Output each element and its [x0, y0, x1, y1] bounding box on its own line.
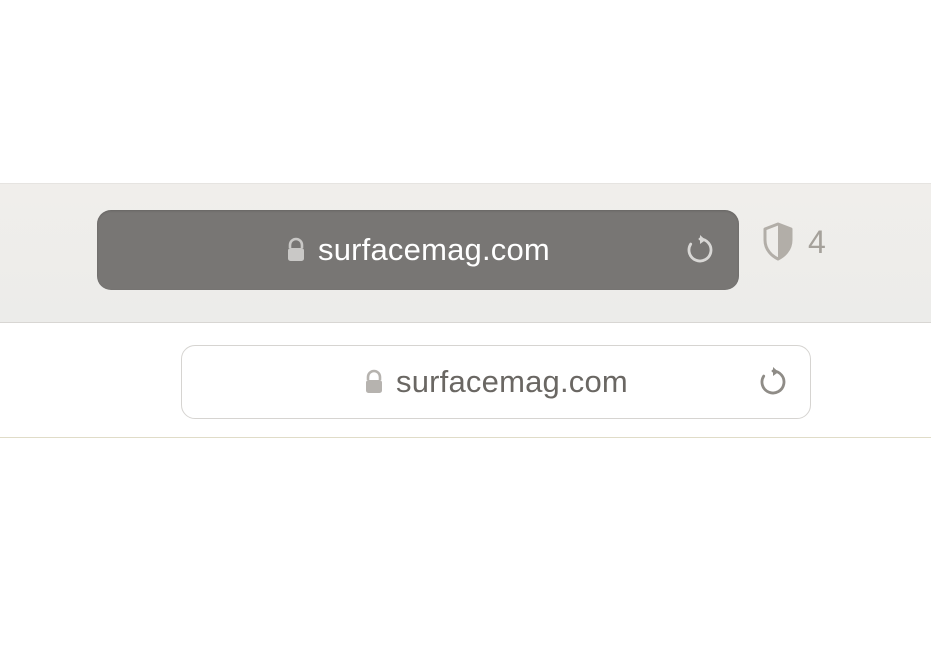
address-bar-dark[interactable]: surfacemag.com — [97, 210, 739, 290]
lock-icon — [364, 369, 384, 395]
address-domain-text: surfacemag.com — [318, 232, 550, 268]
tracker-count: 4 — [808, 224, 826, 261]
address-content-light: surfacemag.com — [364, 364, 628, 400]
lock-icon — [286, 237, 306, 263]
reload-button[interactable] — [685, 235, 715, 265]
screenshot-canvas: surfacemag.com 4 surface — [0, 0, 931, 662]
address-content-dark: surfacemag.com — [286, 232, 550, 268]
address-bar-light[interactable]: surfacemag.com — [181, 345, 811, 419]
shield-icon — [762, 222, 794, 262]
privacy-report-button[interactable]: 4 — [762, 222, 826, 262]
reload-button[interactable] — [758, 367, 788, 397]
address-domain-text: surfacemag.com — [396, 364, 628, 400]
